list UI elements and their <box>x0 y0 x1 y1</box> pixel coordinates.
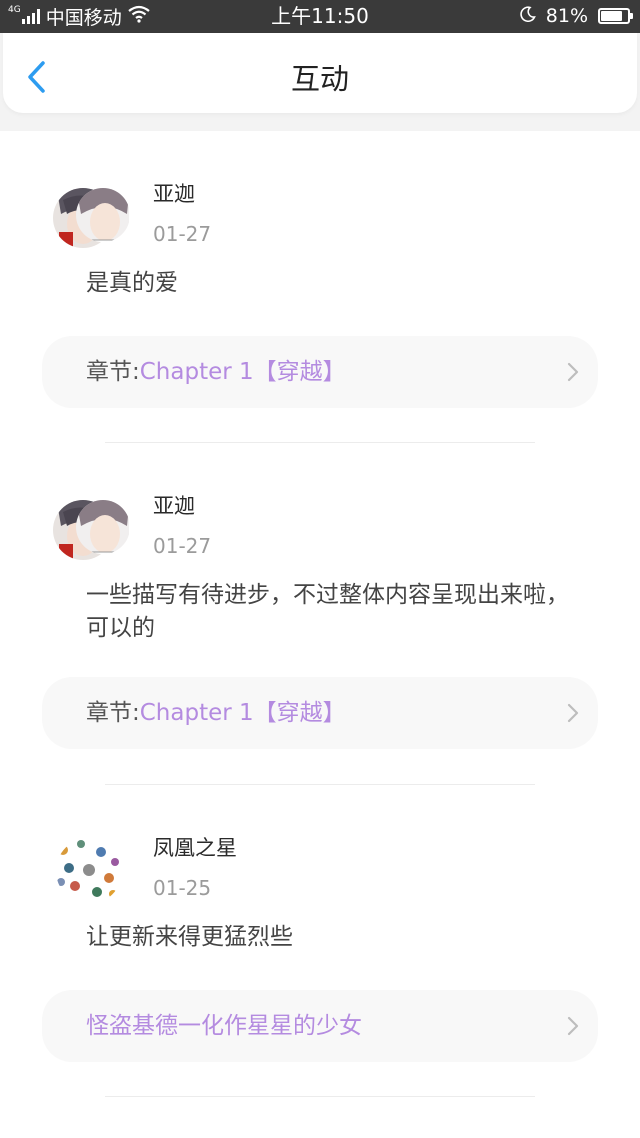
avatar[interactable] <box>53 838 129 904</box>
comment-text: 让更新来得更猛烈些 <box>86 924 293 950</box>
chevron-right-icon <box>567 1016 579 1036</box>
chapter-name: Chapter 1【穿越】 <box>139 700 346 726</box>
divider <box>105 1096 535 1097</box>
moon-icon <box>520 5 536 27</box>
post-date: 01-25 <box>153 876 212 900</box>
chapter-label: 章节:Chapter 1【穿越】 <box>86 677 346 749</box>
battery-icon <box>598 8 633 24</box>
comment-card: 亚迦 01-27 一些描写有待进步，不过整体内容呈现出来啦，可以的 章节:Cha… <box>0 443 640 785</box>
comment-card: 凤凰之星 01-25 让更新来得更猛烈些 怪盗基德一化作星星的少女 <box>0 785 640 1115</box>
chapter-link[interactable]: 章节:Chapter 1【穿越】 <box>42 336 598 408</box>
chevron-right-icon <box>567 703 579 723</box>
navbar: 互动 <box>3 33 637 113</box>
status-bar: 4G 中国移动 上午11:50 81% <box>0 0 640 33</box>
battery-percent: 81% <box>545 5 588 27</box>
interaction-feed: 亚迦 01-27 是真的爱 章节:Chapter 1【穿越】 亚迦 01-27 … <box>0 131 640 1115</box>
navbar-wrapper: 互动 <box>0 33 640 131</box>
avatar[interactable] <box>53 496 130 562</box>
chapter-link[interactable]: 章节:Chapter 1【穿越】 <box>42 677 598 749</box>
chapter-label: 章节:Chapter 1【穿越】 <box>86 336 346 408</box>
chapter-name: Chapter 1【穿越】 <box>139 359 346 385</box>
chevron-right-icon <box>567 362 579 382</box>
chapter-label: 怪盗基德一化作星星的少女 <box>86 990 362 1062</box>
comment-text: 是真的爱 <box>86 270 178 296</box>
page-title: 互动 <box>290 62 349 96</box>
username[interactable]: 亚迦 <box>153 491 195 521</box>
avatar[interactable] <box>53 184 130 250</box>
chapter-name: 怪盗基德一化作星星的少女 <box>86 1013 362 1039</box>
chapter-link[interactable]: 怪盗基德一化作星星的少女 <box>42 990 598 1062</box>
post-date: 01-27 <box>153 534 212 558</box>
chapter-prefix: 章节: <box>86 359 140 385</box>
username[interactable]: 凤凰之星 <box>153 833 237 863</box>
status-right: 81% <box>520 4 633 28</box>
comment-text: 一些描写有待进步，不过整体内容呈现出来啦，可以的 <box>86 582 569 641</box>
chapter-prefix: 章节: <box>86 700 140 726</box>
username[interactable]: 亚迦 <box>153 179 195 209</box>
battery-fill <box>601 11 623 21</box>
post-date: 01-27 <box>153 222 212 246</box>
comment-card: 亚迦 01-27 是真的爱 章节:Chapter 1【穿越】 <box>0 131 640 443</box>
